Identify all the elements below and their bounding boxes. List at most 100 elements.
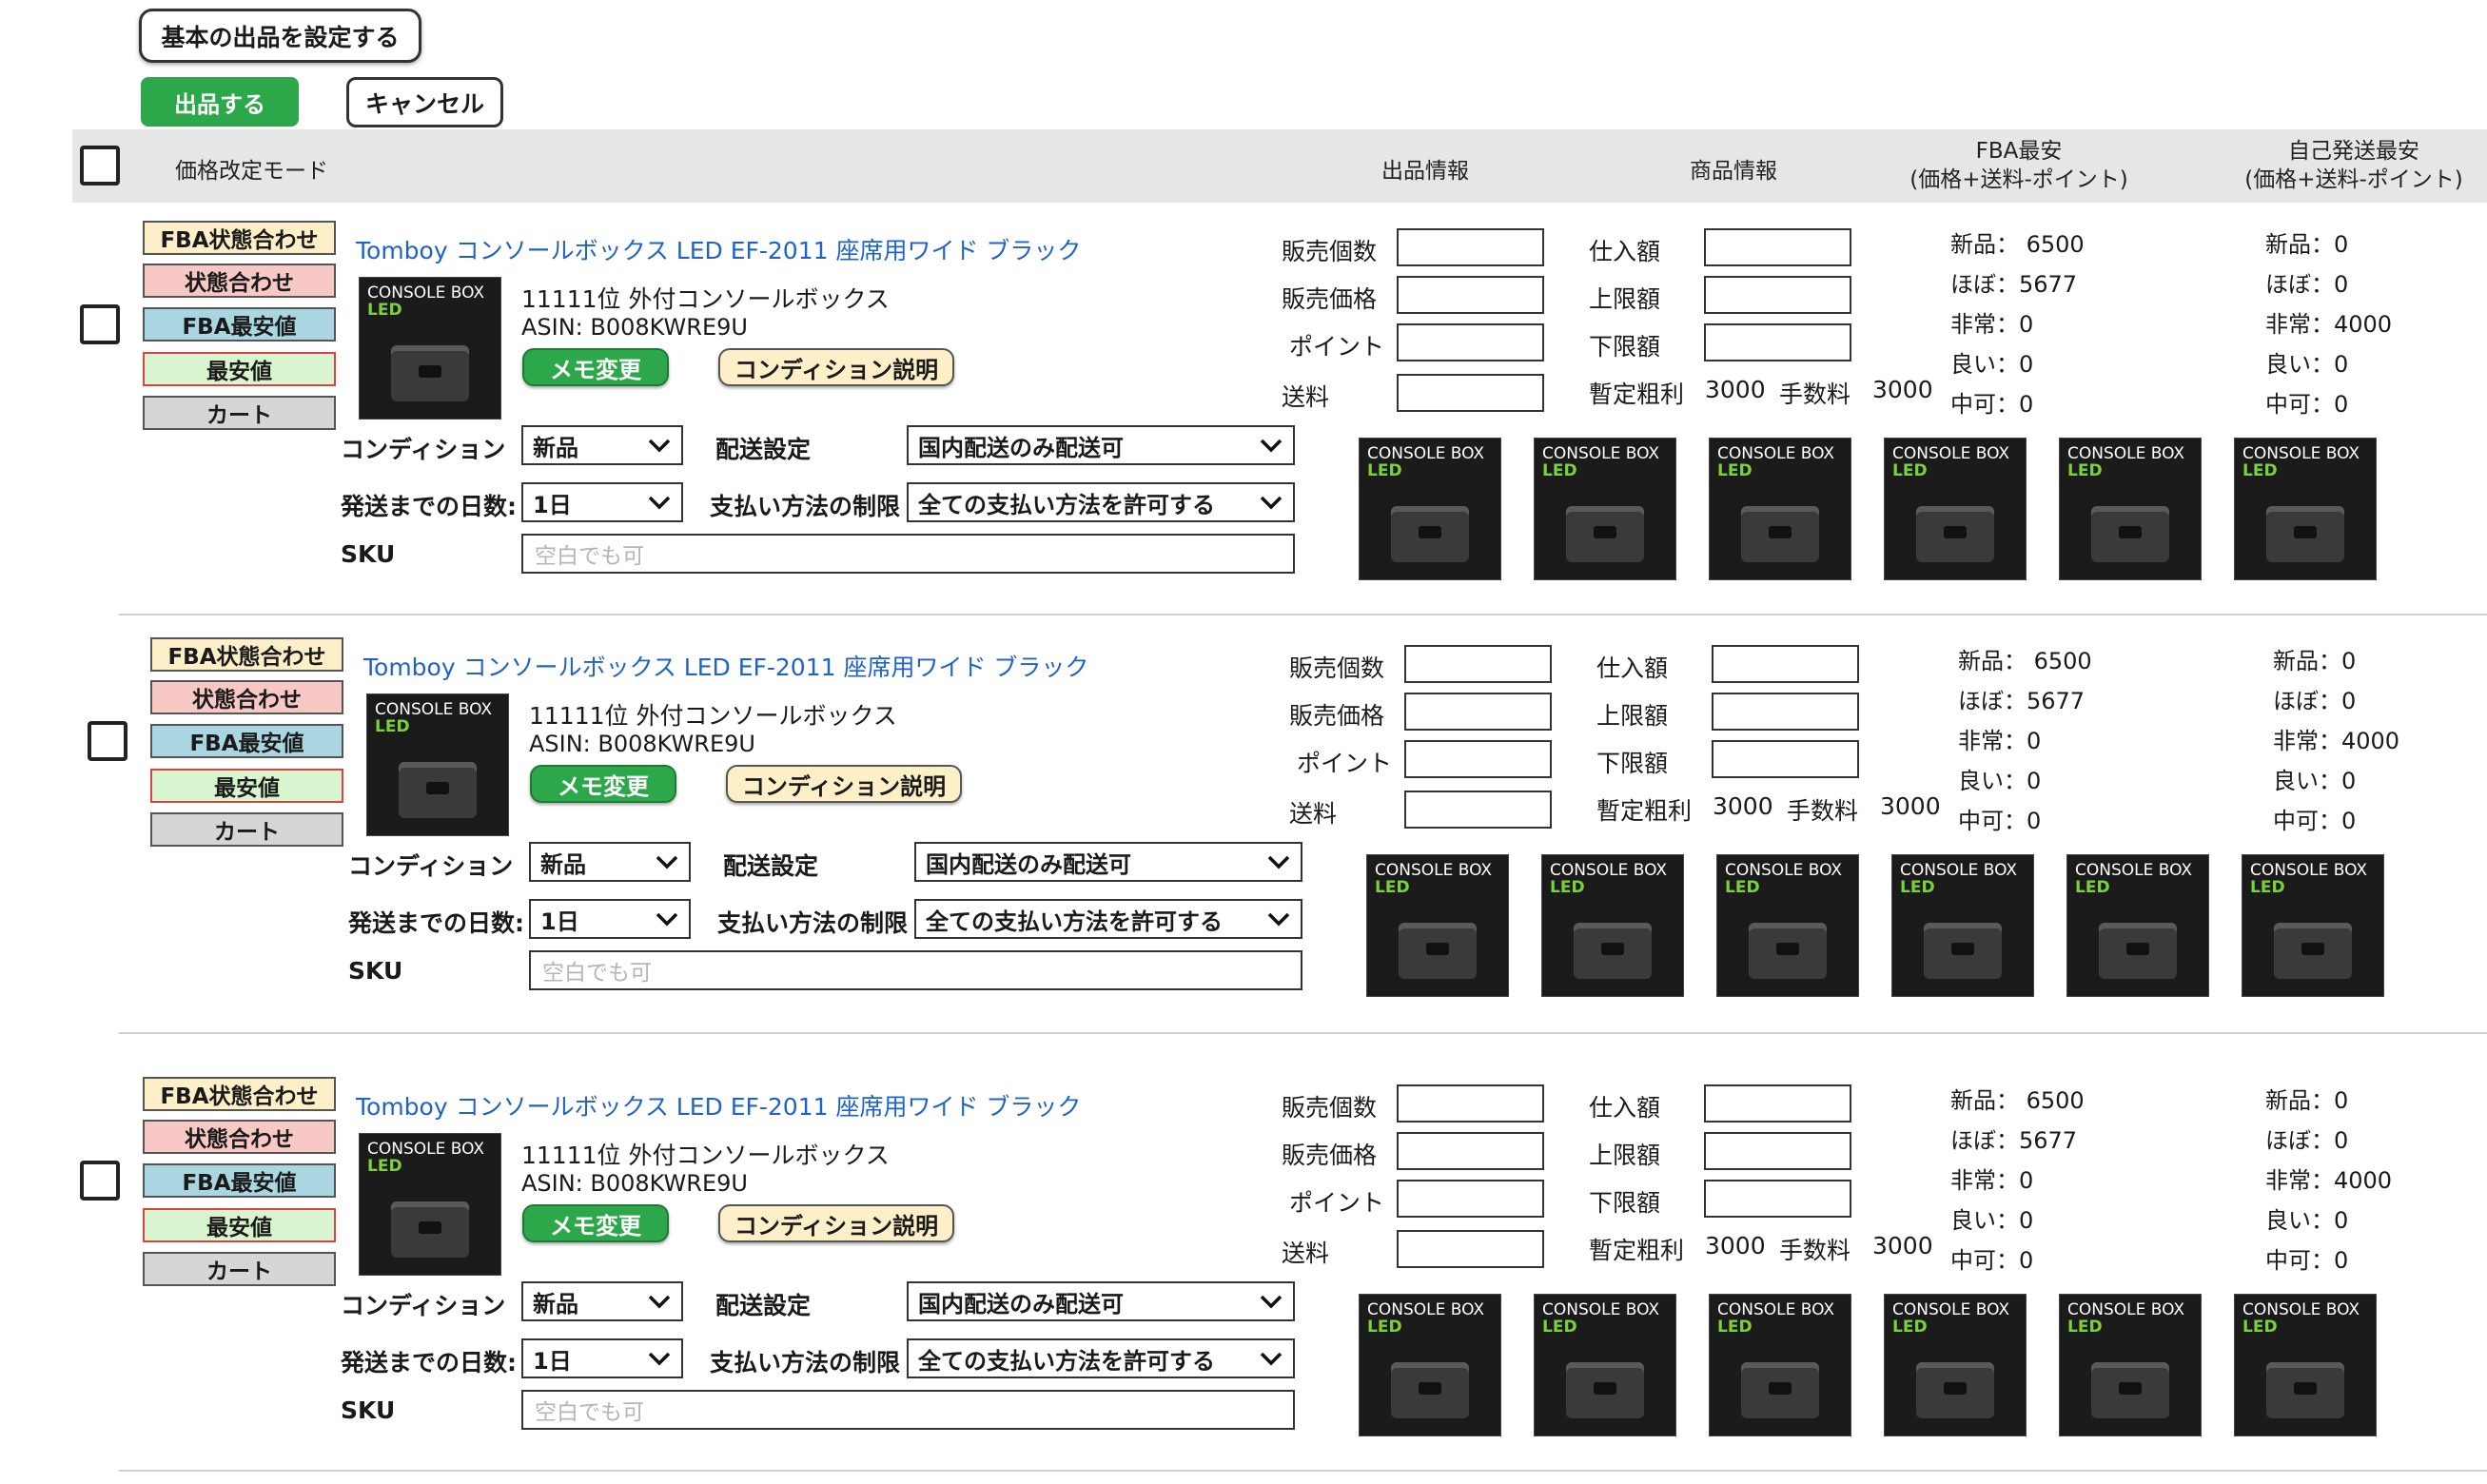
point-input[interactable] xyxy=(1404,740,1552,778)
delivery-select[interactable]: 国内配送のみ配送可 xyxy=(907,425,1295,465)
point-label: ポイント xyxy=(1289,333,1385,361)
self-like-new: ほぼ：0 xyxy=(2265,1127,2349,1154)
offer-image[interactable]: CONSOLE BOX LED xyxy=(1541,854,1684,997)
sku-input[interactable]: 空白でも可 xyxy=(529,950,1302,990)
upper-input[interactable] xyxy=(1704,276,1851,314)
days-select[interactable]: 1日 xyxy=(521,482,683,522)
cost-input[interactable] xyxy=(1704,228,1851,266)
offer-image[interactable]: CONSOLE BOX LED xyxy=(1709,1294,1851,1436)
memo-edit-button[interactable]: メモ変更 xyxy=(522,348,669,386)
basic-settings-button[interactable]: 基本の出品を設定する xyxy=(139,9,421,63)
offer-image[interactable]: CONSOLE BOX LED xyxy=(2242,854,2384,997)
mode-cart-button[interactable]: カート xyxy=(150,812,343,847)
cost-input[interactable] xyxy=(1712,645,1859,683)
qty-input[interactable] xyxy=(1397,228,1544,266)
thumb-text-line2: LED xyxy=(2075,878,2110,897)
qty-input[interactable] xyxy=(1404,645,1552,683)
product-title-link[interactable]: Tomboy コンソールボックス LED EF-2011 座席用ワイド ブラック xyxy=(356,232,1081,266)
mode-min-button[interactable]: 最安値 xyxy=(143,352,336,386)
offer-image[interactable]: CONSOLE BOX LED xyxy=(1359,1294,1501,1436)
delivery-select[interactable]: 国内配送のみ配送可 xyxy=(907,1281,1295,1321)
price-input[interactable] xyxy=(1397,276,1544,314)
offer-image[interactable]: CONSOLE BOX LED xyxy=(1709,438,1851,580)
self-good: 良い：0 xyxy=(2265,351,2349,378)
point-input[interactable] xyxy=(1397,1180,1544,1218)
row-checkbox[interactable] xyxy=(80,1161,120,1201)
condition-select[interactable]: 新品 xyxy=(521,425,683,465)
offer-image[interactable]: CONSOLE BOX LED xyxy=(1534,438,1676,580)
sku-input[interactable]: 空白でも可 xyxy=(521,534,1295,574)
shipping-label: 送料 xyxy=(1289,800,1338,828)
point-input[interactable] xyxy=(1397,323,1544,361)
product-title-link[interactable]: Tomboy コンソールボックス LED EF-2011 座席用ワイド ブラック xyxy=(356,1088,1081,1123)
chevron-down-icon xyxy=(648,1295,671,1309)
sku-input[interactable]: 空白でも可 xyxy=(521,1390,1295,1430)
delivery-select-value: 国内配送のみ配送可 xyxy=(918,434,1124,461)
payment-select[interactable]: 全ての支払い方法を許可する xyxy=(914,899,1302,939)
sku-label: SKU xyxy=(348,957,403,985)
row-checkbox[interactable] xyxy=(80,304,120,344)
offer-image[interactable]: CONSOLE BOX LED xyxy=(1716,854,1859,997)
condition-description-button[interactable]: コンディション説明 xyxy=(718,348,954,386)
mode-condition-button[interactable]: 状態合わせ xyxy=(143,1120,336,1154)
upper-input[interactable] xyxy=(1712,693,1859,731)
mode-condition-button[interactable]: 状態合わせ xyxy=(150,680,343,714)
offer-image[interactable]: CONSOLE BOX LED xyxy=(2059,1294,2202,1436)
mode-fba-min-button[interactable]: FBA最安値 xyxy=(150,724,343,758)
mode-fba-condition-button[interactable]: FBA状態合わせ xyxy=(150,637,343,672)
lower-input[interactable] xyxy=(1704,1180,1851,1218)
upper-input[interactable] xyxy=(1704,1132,1851,1170)
offer-image[interactable]: CONSOLE BOX LED xyxy=(1366,854,1509,997)
lower-input[interactable] xyxy=(1712,740,1859,778)
condition-select[interactable]: 新品 xyxy=(529,842,691,882)
price-input[interactable] xyxy=(1397,1132,1544,1170)
offer-image[interactable]: CONSOLE BOX LED xyxy=(1884,438,2027,580)
condition-description-button[interactable]: コンディション説明 xyxy=(726,765,962,803)
shipping-input[interactable] xyxy=(1404,791,1552,829)
cost-input[interactable] xyxy=(1704,1084,1851,1123)
mode-min-button[interactable]: 最安値 xyxy=(150,769,343,803)
point-label: ポイント xyxy=(1297,750,1393,777)
memo-edit-button[interactable]: メモ変更 xyxy=(522,1204,669,1242)
payment-select[interactable]: 全ての支払い方法を許可する xyxy=(907,1338,1295,1378)
payment-select[interactable]: 全ての支払い方法を許可する xyxy=(907,482,1295,522)
thumb-product-shape xyxy=(2090,1362,2170,1419)
row-checkbox[interactable] xyxy=(88,721,127,761)
offer-image[interactable]: CONSOLE BOX LED xyxy=(1884,1294,2027,1436)
cancel-button[interactable]: キャンセル xyxy=(346,77,503,127)
memo-edit-button[interactable]: メモ変更 xyxy=(530,765,676,803)
product-title-link[interactable]: Tomboy コンソールボックス LED EF-2011 座席用ワイド ブラック xyxy=(363,649,1088,683)
mode-condition-button[interactable]: 状態合わせ xyxy=(143,264,336,298)
list-button[interactable]: 出品する xyxy=(141,77,299,127)
sku-label: SKU xyxy=(341,540,396,568)
days-select[interactable]: 1日 xyxy=(521,1338,683,1378)
mode-fba-condition-button[interactable]: FBA状態合わせ xyxy=(143,221,336,255)
mode-fba-min-button[interactable]: FBA最安値 xyxy=(143,1163,336,1198)
offer-image[interactable]: CONSOLE BOX LED xyxy=(2234,1294,2377,1436)
mode-cart-button[interactable]: カート xyxy=(143,396,336,430)
offer-image[interactable]: CONSOLE BOX LED xyxy=(2066,854,2209,997)
offer-image[interactable]: CONSOLE BOX LED xyxy=(1534,1294,1676,1436)
offer-image[interactable]: CONSOLE BOX LED xyxy=(2059,438,2202,580)
mode-fba-condition-button[interactable]: FBA状態合わせ xyxy=(143,1077,336,1111)
fee-label: 手数料 xyxy=(1779,381,1851,408)
offer-image[interactable]: CONSOLE BOX LED xyxy=(1359,438,1501,580)
lower-input[interactable] xyxy=(1704,323,1851,361)
gross-profit-label: 暫定粗利 xyxy=(1589,1237,1685,1264)
shipping-input[interactable] xyxy=(1397,1230,1544,1268)
mode-fba-min-button[interactable]: FBA最安値 xyxy=(143,307,336,342)
qty-input[interactable] xyxy=(1397,1084,1544,1123)
condition-select[interactable]: 新品 xyxy=(521,1281,683,1321)
mode-min-button[interactable]: 最安値 xyxy=(143,1208,336,1242)
row-divider xyxy=(119,614,2487,615)
offer-image[interactable]: CONSOLE BOX LED xyxy=(2234,438,2377,580)
chevron-down-icon xyxy=(1260,439,1283,453)
offer-image[interactable]: CONSOLE BOX LED xyxy=(1891,854,2034,997)
condition-description-button[interactable]: コンディション説明 xyxy=(718,1204,954,1242)
days-select[interactable]: 1日 xyxy=(529,899,691,939)
price-input[interactable] xyxy=(1404,693,1552,731)
select-all-checkbox[interactable] xyxy=(80,146,120,186)
mode-cart-button[interactable]: カート xyxy=(143,1252,336,1286)
delivery-select[interactable]: 国内配送のみ配送可 xyxy=(914,842,1302,882)
shipping-input[interactable] xyxy=(1397,374,1544,412)
